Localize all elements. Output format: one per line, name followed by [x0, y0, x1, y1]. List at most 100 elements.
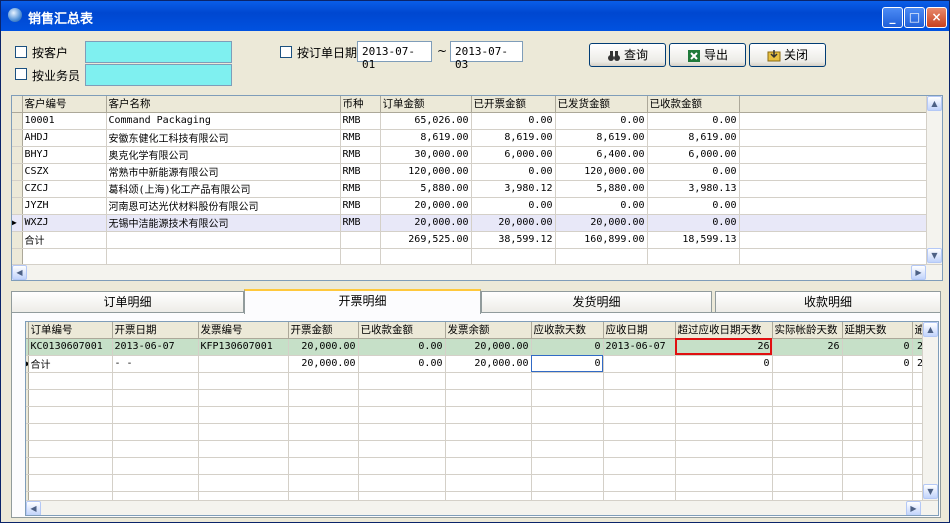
table-cell[interactable]: RMB — [340, 163, 381, 181]
detail-scroll-right-arrow-icon[interactable]: ▶ — [906, 501, 921, 515]
detail-vertical-scrollbar[interactable]: ▲ ▼ — [922, 322, 938, 500]
table-cell[interactable]: 8,619.00 — [555, 129, 648, 147]
table-cell[interactable]: 常熟市中新能源有限公司 — [106, 163, 341, 181]
table-cell[interactable]: RMB — [340, 180, 381, 198]
table-cell[interactable]: 20,000.00 — [288, 355, 359, 373]
detail-column-header[interactable]: 已收款金额 — [358, 322, 446, 339]
table-cell[interactable]: JYZH — [22, 197, 107, 215]
summary-column-header[interactable]: 客户编号 — [22, 96, 107, 113]
detail-scroll-up-arrow-icon[interactable]: ▲ — [923, 322, 938, 337]
by-order-date-checkbox[interactable] — [280, 46, 292, 58]
by-salesperson-checkbox[interactable] — [15, 68, 27, 80]
table-row[interactable]: AHDJ 安徽东健化工科技有限公司 RMB 8,619.00 8,619.00 8,619… — [12, 129, 928, 147]
table-cell[interactable]: 20,000.00 — [380, 214, 472, 232]
detail-column-header[interactable]: 实际帐龄天数 — [772, 322, 843, 339]
table-cell[interactable]: BHYJ — [22, 146, 107, 164]
detail-scroll-down-arrow-icon[interactable]: ▼ — [923, 484, 938, 499]
table-cell[interactable]: 0 — [842, 338, 913, 356]
table-cell[interactable]: 8,619.00 — [380, 129, 472, 147]
summary-column-header[interactable]: 已开票金额 — [471, 96, 556, 113]
table-cell[interactable]: 合计 — [28, 355, 113, 373]
table-cell[interactable] — [198, 355, 289, 373]
table-cell[interactable]: KFP130607001 — [198, 338, 289, 356]
table-cell[interactable]: RMB — [340, 112, 381, 130]
table-cell[interactable]: CZCJ — [22, 180, 107, 198]
query-button[interactable]: 查询 — [589, 43, 666, 67]
table-row[interactable]: JYZH 河南恩可达光伏材料股份有限公司 RMB 20,000.00 0.00 0.00 0… — [12, 197, 928, 215]
table-row[interactable]: ▶ WXZJ 无锡中洁能源技术有限公司 RMB 20,000.00 20,000.00 20… — [12, 214, 928, 232]
tab-invoice-detail[interactable]: 开票明细 — [244, 289, 481, 314]
table-cell[interactable]: Command Packaging — [106, 112, 341, 130]
table-cell[interactable]: 2013-06-07 — [603, 338, 676, 356]
table-cell[interactable]: 6,400.00 — [555, 146, 648, 164]
detail-column-header[interactable]: 开票日期 — [112, 322, 199, 339]
table-cell[interactable]: 8,619.00 — [647, 129, 740, 147]
table-cell[interactable]: 0.00 — [471, 163, 556, 181]
tab-shipment-detail[interactable]: 发货明细 — [481, 291, 712, 313]
table-cell[interactable]: 20,000.00 — [288, 338, 359, 356]
table-cell[interactable]: RMB — [340, 214, 381, 232]
table-cell[interactable]: 无锡中洁能源技术有限公司 — [106, 214, 341, 232]
table-cell[interactable]: 5,880.00 — [555, 180, 648, 198]
detail-column-header[interactable]: 开票金额 — [288, 322, 359, 339]
detail-horizontal-scrollbar[interactable]: ◀ ▶ — [26, 500, 938, 515]
summary-horizontal-scrollbar[interactable]: ◀ ▶ — [12, 264, 942, 280]
table-cell[interactable]: 2013-06-07 — [112, 338, 199, 356]
table-cell[interactable] — [603, 355, 676, 373]
table-cell[interactable]: 30,000.00 — [380, 146, 472, 164]
close-button[interactable]: 关闭 — [749, 43, 826, 67]
table-cell[interactable]: 5,880.00 — [380, 180, 472, 198]
table-cell[interactable]: RMB — [340, 197, 381, 215]
summary-column-header[interactable]: 币种 — [340, 96, 381, 113]
table-cell[interactable]: 20,000.00 — [445, 355, 532, 373]
date-to-input[interactable]: 2013-07-03 — [450, 41, 523, 71]
table-cell[interactable]: 0.00 — [647, 163, 740, 181]
table-cell[interactable] — [772, 355, 843, 373]
table-cell[interactable]: 20,000.00 — [380, 197, 472, 215]
detail-column-header[interactable]: 延期天数 — [842, 322, 913, 339]
table-row[interactable]: KC0130607001 2013-06-07 KFP130607001 20,000… — [26, 338, 926, 356]
table-cell[interactable]: 0.00 — [358, 355, 446, 373]
table-cell[interactable]: 10001 — [22, 112, 107, 130]
table-cell[interactable]: 0 — [842, 355, 913, 373]
table-cell[interactable]: 0.00 — [647, 112, 740, 130]
detail-column-header[interactable]: 发票编号 — [198, 322, 289, 339]
table-cell[interactable]: 3,980.12 — [471, 180, 556, 198]
summary-grid[interactable]: 客户编号 客户名称 币种 订单金额 已开票金额 已发货金额 已收款金额 10001 Comma… — [11, 95, 943, 281]
date-from-input[interactable]: 2013-07-01 — [357, 41, 432, 71]
scroll-right-arrow-icon[interactable]: ▶ — [911, 265, 926, 280]
summary-column-header[interactable]: 订单金额 — [380, 96, 472, 113]
table-cell[interactable]: 0.00 — [555, 112, 648, 130]
table-cell[interactable]: RMB — [340, 129, 381, 147]
table-cell[interactable]: 120,000.00 — [555, 163, 648, 181]
minimize-button[interactable]: _ — [882, 7, 903, 28]
maximize-button[interactable]: □ — [904, 7, 925, 28]
table-cell[interactable]: 26 — [772, 338, 843, 356]
table-cell[interactable]: 3,980.13 — [647, 180, 740, 198]
by-customer-checkbox[interactable] — [15, 46, 27, 58]
table-cell[interactable]: 6,000.00 — [647, 146, 740, 164]
table-cell[interactable]: KC0130607001 — [28, 338, 113, 356]
table-row[interactable]: 10001 Command Packaging RMB 65,026.00 0.00 0.… — [12, 112, 928, 130]
table-cell[interactable]: 6,000.00 — [471, 146, 556, 164]
table-cell[interactable]: 0.00 — [555, 197, 648, 215]
table-cell[interactable]: WXZJ — [22, 214, 107, 232]
table-row[interactable]: CZCJ 葛科颂(上海)化工产品有限公司 RMB 5,880.00 3,980.12 5,… — [12, 180, 928, 198]
table-cell[interactable]: 河南恩可达光伏材料股份有限公司 — [106, 197, 341, 215]
export-button[interactable]: 导出 — [669, 43, 746, 67]
tab-receipt-detail[interactable]: 收款明细 — [715, 291, 941, 313]
table-cell[interactable]: AHDJ — [22, 129, 107, 147]
table-cell[interactable]: 0.00 — [647, 197, 740, 215]
table-row[interactable]: BHYJ 奥克化学有限公司 RMB 30,000.00 6,000.00 6,400.00… — [12, 146, 928, 164]
table-row[interactable]: CSZX 常熟市中新能源有限公司 RMB 120,000.00 0.00 120,000.… — [12, 163, 928, 181]
table-cell[interactable]: - - — [112, 355, 199, 373]
summary-column-header[interactable]: 已收款金额 — [647, 96, 740, 113]
overdue-days-cell[interactable]: 26 — [675, 338, 773, 356]
detail-column-header[interactable]: 超过应收日期天数 — [675, 322, 773, 339]
table-cell[interactable]: CSZX — [22, 163, 107, 181]
table-cell[interactable]: 葛科颂(上海)化工产品有限公司 — [106, 180, 341, 198]
table-cell[interactable]: 0 — [675, 355, 773, 373]
scroll-down-arrow-icon[interactable]: ▼ — [927, 248, 942, 263]
detail-column-header[interactable]: 发票余额 — [445, 322, 532, 339]
table-cell[interactable]: 奥克化学有限公司 — [106, 146, 341, 164]
